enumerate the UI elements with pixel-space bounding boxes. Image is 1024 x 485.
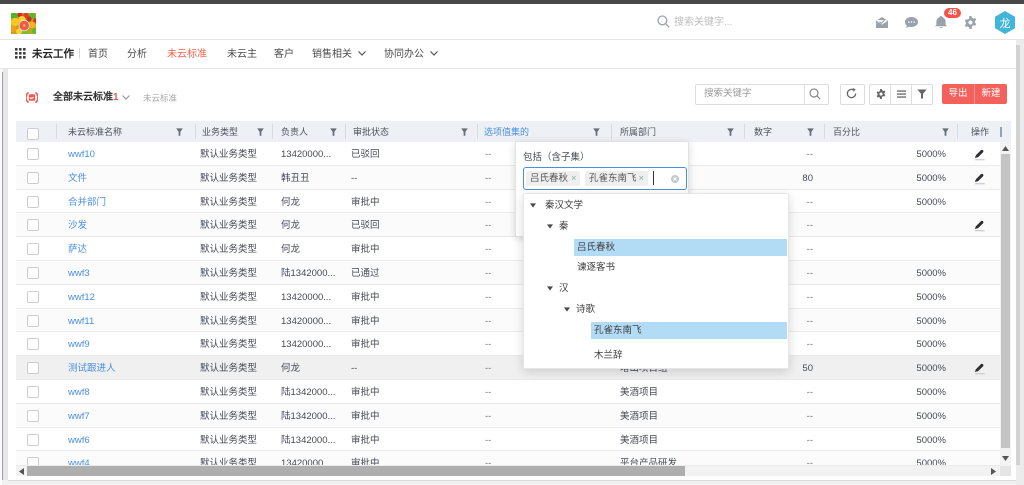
svg-text:龙: 龙 bbox=[1000, 17, 1011, 30]
